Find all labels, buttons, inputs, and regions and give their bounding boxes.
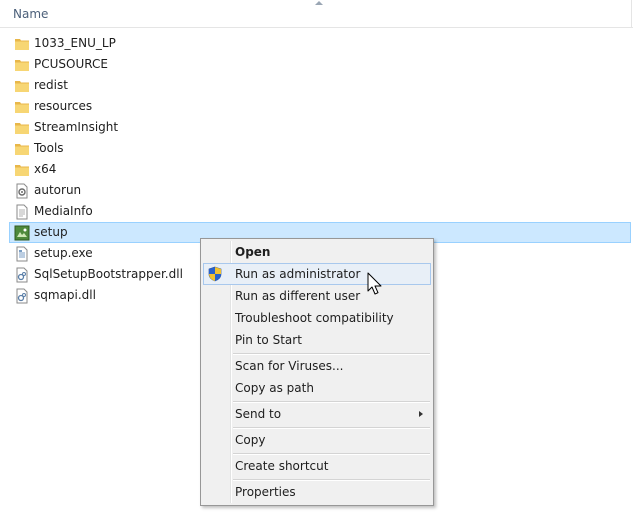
file-row-streaminsight[interactable]: StreamInsight [9, 117, 631, 138]
menu-item-label: Run as different user [235, 289, 361, 303]
uac-shield-icon [208, 266, 222, 282]
file-name: resources [34, 99, 93, 113]
menu-item-troubleshoot-compatibility[interactable]: Troubleshoot compatibility [203, 307, 431, 329]
menu-item-label: Open [235, 245, 271, 259]
folder-icon [15, 39, 29, 50]
file-name: setup [34, 225, 68, 239]
menu-item-label: Copy [235, 433, 266, 447]
menu-item-label: Run as administrator [235, 267, 361, 281]
file-row-mediainfo[interactable]: MediaInfo [9, 201, 631, 222]
file-name: StreamInsight [34, 120, 119, 134]
menu-item-scan-for-viruses[interactable]: Scan for Viruses... [203, 355, 431, 377]
dll-file-icon [16, 288, 28, 304]
menu-item-copy[interactable]: Copy [203, 429, 431, 451]
file-row-pcusource[interactable]: PCUSOURCE [9, 54, 631, 75]
menu-item-label: Create shortcut [235, 459, 329, 473]
dll-file-icon [16, 267, 28, 283]
submenu-arrow-icon [419, 411, 423, 417]
file-row-1033-enu-lp[interactable]: 1033_ENU_LP [9, 33, 631, 54]
text-file-icon [16, 204, 28, 220]
menu-item-label: Copy as path [235, 381, 314, 395]
folder-icon [15, 81, 29, 92]
menu-item-create-shortcut[interactable]: Create shortcut [203, 455, 431, 477]
folder-icon [15, 144, 29, 155]
file-name: autorun [34, 183, 82, 197]
sort-ascending-icon [315, 1, 323, 5]
menu-item-label: Properties [235, 485, 296, 499]
folder-icon [15, 60, 29, 71]
folder-icon [15, 165, 29, 176]
exe-config-icon [16, 246, 28, 262]
folder-icon [15, 102, 29, 113]
file-name: setup.exe [34, 246, 93, 260]
autorun-file-icon [16, 183, 28, 199]
menu-item-properties[interactable]: Properties [203, 481, 431, 503]
file-name: MediaInfo [34, 204, 93, 218]
file-name: sqmapi.dll [34, 288, 96, 302]
mouse-cursor-icon [367, 272, 382, 295]
menu-item-run-as-administrator[interactable]: Run as administrator [203, 263, 431, 285]
menu-item-label: Troubleshoot compatibility [235, 311, 394, 325]
menu-item-pin-to-start[interactable]: Pin to Start [203, 329, 431, 351]
column-divider[interactable] [631, 0, 632, 27]
setup-app-icon [14, 225, 30, 241]
menu-item-run-as-different-user[interactable]: Run as different user [203, 285, 431, 307]
file-row-redist[interactable]: redist [9, 75, 631, 96]
file-row-autorun[interactable]: autorun [9, 180, 631, 201]
file-name: x64 [34, 162, 57, 176]
file-row-x64[interactable]: x64 [9, 159, 631, 180]
file-name: Tools [34, 141, 64, 155]
file-name: 1033_ENU_LP [34, 36, 116, 50]
menu-item-label: Scan for Viruses... [235, 359, 344, 373]
menu-item-send-to[interactable]: Send to [203, 403, 431, 425]
menu-item-label: Send to [235, 407, 282, 421]
menu-item-label: Pin to Start [235, 333, 302, 347]
file-name: redist [34, 78, 68, 92]
file-name: SqlSetupBootstrapper.dll [34, 267, 183, 281]
menu-item-open[interactable]: Open [203, 241, 431, 263]
folder-icon [15, 123, 29, 134]
file-row-tools[interactable]: Tools [9, 138, 631, 159]
context-menu: Open Run as administrator Run as differe… [200, 238, 434, 506]
name-column-header[interactable]: Name [13, 7, 48, 21]
file-name: PCUSOURCE [34, 57, 108, 71]
column-header: Name [0, 0, 633, 28]
menu-item-copy-as-path[interactable]: Copy as path [203, 377, 431, 399]
file-row-resources[interactable]: resources [9, 96, 631, 117]
